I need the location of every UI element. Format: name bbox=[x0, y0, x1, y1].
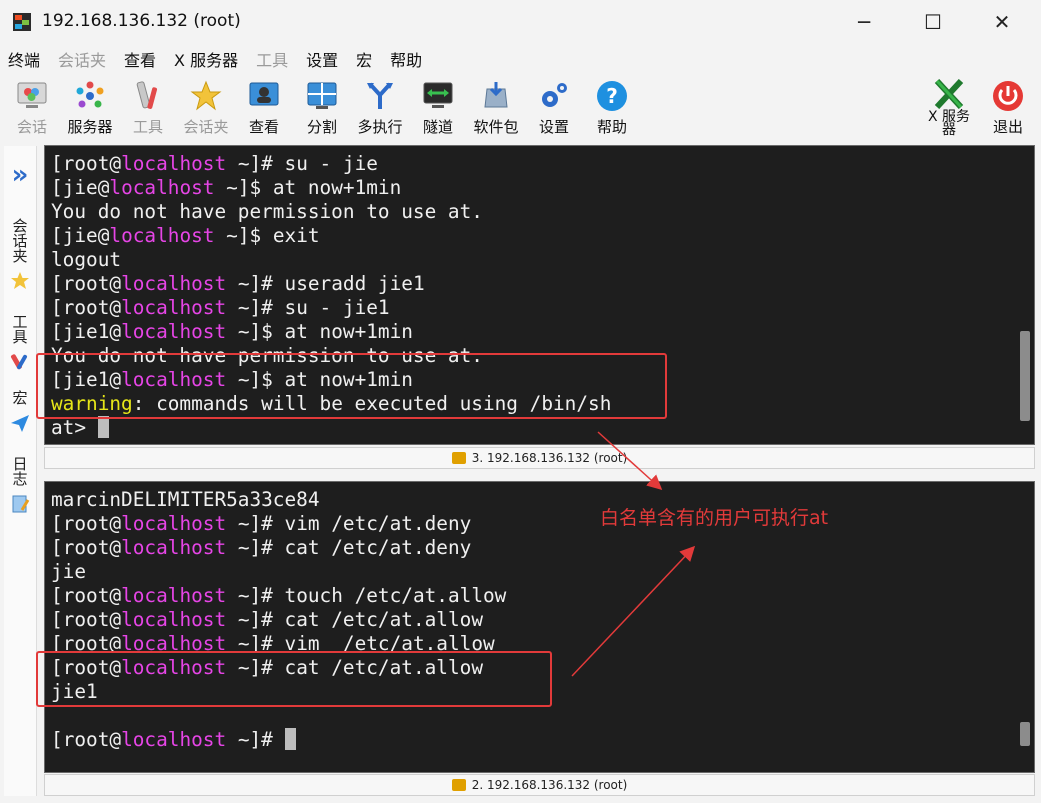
annotation-arrows bbox=[571, 431, 696, 677]
arrow-to-note bbox=[597, 431, 663, 491]
arrow-from-note bbox=[571, 545, 696, 677]
